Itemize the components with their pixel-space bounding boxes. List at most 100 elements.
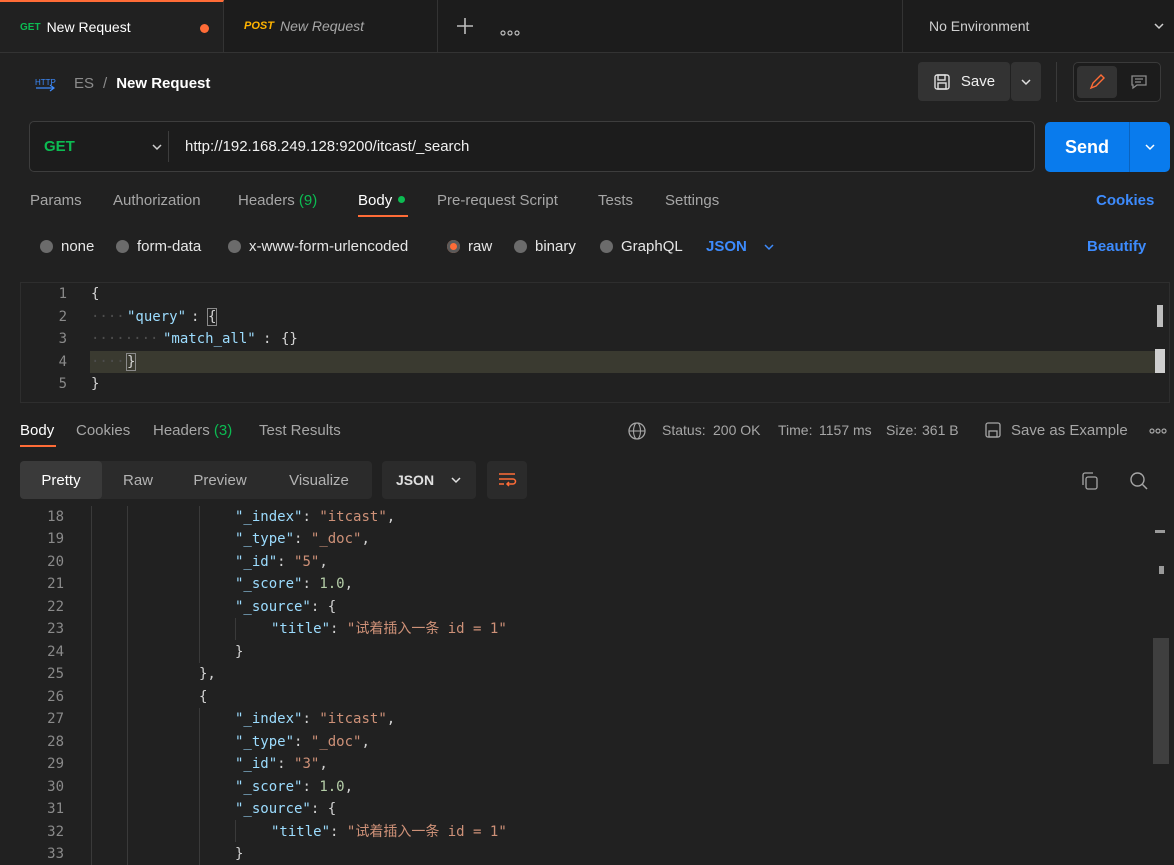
body-active-dot-icon bbox=[398, 196, 406, 203]
json-key: "_source" bbox=[235, 801, 311, 817]
radio-form-data[interactable]: form-data bbox=[116, 238, 201, 255]
json-string: "_doc" bbox=[310, 734, 362, 750]
json-key: "title" bbox=[271, 824, 331, 840]
breadcrumb-collection[interactable]: ES bbox=[74, 75, 94, 92]
tab-headers[interactable]: Headers (9) bbox=[238, 192, 317, 209]
indent-guide bbox=[235, 618, 236, 640]
save-disk-icon bbox=[985, 422, 1001, 438]
code-token: : bbox=[277, 756, 286, 772]
tab-tests[interactable]: Tests bbox=[598, 192, 633, 209]
code-token: : bbox=[294, 531, 303, 547]
tab-settings[interactable]: Settings bbox=[665, 192, 719, 209]
json-key: "_score" bbox=[235, 779, 303, 795]
send-label[interactable]: Send bbox=[1045, 122, 1129, 172]
globe-icon[interactable] bbox=[627, 421, 647, 441]
save-options-button[interactable] bbox=[1011, 62, 1041, 101]
cookies-link[interactable]: Cookies bbox=[1096, 192, 1154, 209]
size-value[interactable]: 361 B bbox=[922, 422, 959, 438]
language-select[interactable]: JSON bbox=[706, 238, 775, 255]
radio-raw[interactable]: raw bbox=[447, 238, 492, 255]
json-line: "_index": "itcast", bbox=[235, 506, 395, 528]
code-token: { bbox=[327, 801, 337, 817]
code-token: } bbox=[235, 644, 244, 660]
json-key: "_score" bbox=[235, 576, 303, 592]
send-options-button[interactable] bbox=[1130, 122, 1170, 172]
unsaved-dot-icon bbox=[200, 24, 209, 33]
code-token: , bbox=[319, 554, 328, 570]
breadcrumb-separator: / bbox=[103, 74, 108, 92]
tab-get-new-request[interactable]: GET New Request bbox=[0, 0, 224, 52]
chevron-down-icon bbox=[1154, 23, 1164, 30]
line-number: 20 bbox=[47, 554, 64, 570]
radio-circle-icon bbox=[600, 240, 613, 253]
chevron-down-icon bbox=[1145, 144, 1155, 151]
send-button: Send bbox=[1045, 122, 1170, 172]
status-value[interactable]: 200 OK bbox=[713, 422, 760, 438]
line-number: 5 bbox=[58, 376, 67, 392]
save-as-example-button[interactable]: Save as Example bbox=[984, 421, 1128, 439]
radio-binary[interactable]: binary bbox=[514, 238, 576, 255]
radio-none[interactable]: none bbox=[40, 238, 94, 255]
radio-circle-icon bbox=[40, 240, 53, 253]
add-tab-plus-icon[interactable] bbox=[455, 16, 475, 36]
save-button[interactable]: Save bbox=[918, 62, 1010, 101]
editor-scrollbar-thumb[interactable] bbox=[1157, 305, 1163, 327]
indent-dots: ···· bbox=[91, 354, 125, 370]
time-value[interactable]: 1157 ms bbox=[819, 422, 872, 438]
format-preview[interactable]: Preview bbox=[174, 461, 266, 499]
format-pretty[interactable]: Pretty bbox=[20, 461, 102, 499]
environment-select[interactable]: No Environment bbox=[902, 0, 1174, 52]
radio-circle-icon bbox=[514, 240, 527, 253]
radio-label: x-www-form-urlencoded bbox=[249, 238, 409, 255]
radio-urlencoded[interactable]: x-www-form-urlencoded bbox=[228, 238, 408, 255]
code-token: { bbox=[199, 689, 208, 705]
more-options-icon[interactable] bbox=[1149, 428, 1167, 434]
response-language-select[interactable]: JSON bbox=[382, 461, 476, 499]
code-token: : bbox=[302, 711, 311, 727]
tab-authorization[interactable]: Authorization bbox=[113, 192, 201, 209]
tab-body[interactable]: Body bbox=[358, 192, 406, 209]
response-tab-test-results[interactable]: Test Results bbox=[259, 422, 341, 439]
response-body-viewer[interactable]: 18 19 20 21 22 23 24 25 26 27 28 29 30 3… bbox=[0, 506, 1174, 865]
comments-button[interactable] bbox=[1119, 66, 1159, 98]
line-number: 1 bbox=[58, 286, 67, 302]
json-string: "5" bbox=[294, 554, 320, 570]
response-language-label: JSON bbox=[395, 472, 435, 488]
tab-method: POST bbox=[244, 20, 274, 32]
tab-post-new-request[interactable]: POST New Request bbox=[224, 0, 438, 52]
line-number: 33 bbox=[47, 846, 64, 862]
json-string: "_doc" bbox=[310, 531, 362, 547]
method-select[interactable]: GET bbox=[44, 122, 163, 171]
code-token: : bbox=[191, 309, 200, 325]
search-icon[interactable] bbox=[1129, 471, 1149, 491]
method-label: GET bbox=[44, 138, 75, 155]
wrap-lines-button[interactable] bbox=[487, 461, 527, 499]
response-tab-headers[interactable]: Headers (3) bbox=[153, 422, 232, 439]
beautify-button[interactable]: Beautify bbox=[1087, 238, 1146, 255]
tab-params[interactable]: Params bbox=[30, 192, 82, 209]
chevron-down-icon bbox=[764, 243, 774, 250]
copy-icon[interactable] bbox=[1080, 471, 1100, 491]
chevron-down-icon bbox=[1021, 78, 1031, 85]
method-divider bbox=[168, 131, 169, 162]
http-icon: HTTP bbox=[35, 78, 56, 92]
request-body-editor[interactable]: 1 2 3 4 5 { ···· "query" : { ········ "m… bbox=[20, 282, 1170, 403]
response-tab-body[interactable]: Body bbox=[20, 422, 54, 439]
tab-headers-label: Headers bbox=[238, 192, 295, 209]
format-toolbar: Pretty Raw Preview Visualize bbox=[20, 461, 372, 499]
radio-graphql[interactable]: GraphQL bbox=[600, 238, 683, 255]
format-visualize[interactable]: Visualize bbox=[266, 461, 372, 499]
request-name[interactable]: New Request bbox=[116, 75, 210, 92]
indent-guide bbox=[199, 506, 200, 663]
code-token: , bbox=[319, 756, 328, 772]
format-raw[interactable]: Raw bbox=[102, 461, 174, 499]
headers-count: (9) bbox=[298, 192, 318, 209]
tab-prerequest-script[interactable]: Pre-request Script bbox=[437, 192, 558, 209]
json-line: "_type": "_doc", bbox=[235, 731, 370, 753]
response-scrollbar-thumb[interactable] bbox=[1153, 638, 1169, 764]
edit-pencil-button[interactable] bbox=[1077, 66, 1117, 98]
response-tab-cookies[interactable]: Cookies bbox=[76, 422, 130, 439]
code-token: : bbox=[302, 779, 311, 795]
url-input[interactable]: http://192.168.249.128:9200/itcast/_sear… bbox=[185, 122, 469, 171]
more-tabs-icon[interactable] bbox=[500, 23, 520, 36]
